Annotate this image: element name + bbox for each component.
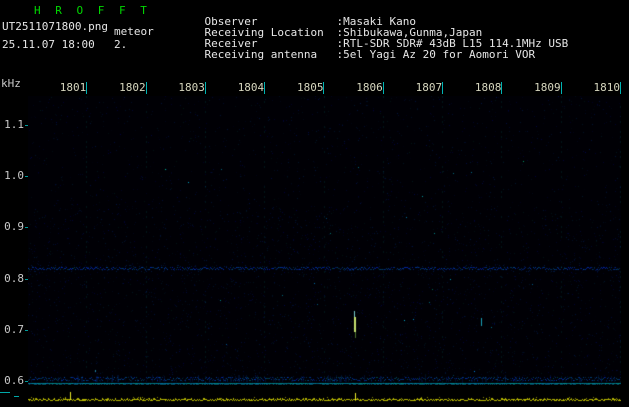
time-tick-label: 1801 xyxy=(28,82,88,94)
freq-tick-label: 0.6 xyxy=(4,374,24,387)
freq-tick-label: 0.9 xyxy=(4,220,24,233)
app-title: H R O F F T xyxy=(34,4,151,17)
info-value: :5el Yagi Az 20 for Aomori VOR xyxy=(336,48,536,61)
info-label: Receiving antenna xyxy=(204,48,318,61)
level-scale-mark xyxy=(0,392,10,393)
freq-tick-label: 0.7 xyxy=(4,323,24,336)
output-filename: UT2511071800.png xyxy=(2,20,108,33)
time-tick-label: 1810 xyxy=(562,82,621,94)
freq-tick-label: 1.0 xyxy=(4,169,24,182)
level-panel xyxy=(28,388,621,403)
datetime-label: 25.11.07 18:00 xyxy=(2,38,95,51)
spectrogram-panel xyxy=(28,96,621,385)
time-axis: 1801 1802 1803 1804 1805 1806 1807 1808 … xyxy=(28,82,621,94)
y-axis-unit: kHz xyxy=(1,77,21,90)
time-tick-label: 1803 xyxy=(147,82,206,94)
spectrogram-canvas xyxy=(28,96,621,385)
freq-tick-label: 1.1 xyxy=(4,118,24,131)
hrofft-output-page: { "header": { "title": "H R O F F T", "f… xyxy=(0,0,629,403)
station-info: Observer:Masaki Kano Receiving Location:… xyxy=(178,5,569,60)
freq-tick-label: 0.8 xyxy=(4,272,24,285)
level-trace-canvas xyxy=(28,391,621,403)
time-tick-label: 1804 xyxy=(206,82,266,94)
time-tick-label: 1805 xyxy=(265,82,325,94)
echo-count: 2. xyxy=(114,38,128,51)
time-tick-label: 1802 xyxy=(87,82,147,94)
time-tick-label: 1808 xyxy=(443,82,503,94)
time-tick-label: 1806 xyxy=(324,82,384,94)
level-scale-mark xyxy=(14,396,19,397)
time-tick-label: 1809 xyxy=(502,82,562,94)
observation-mode-label: meteor xyxy=(114,25,154,38)
info-row-observer: Observer:Masaki Kano xyxy=(178,5,568,27)
time-tick-label: 1807 xyxy=(384,82,444,94)
